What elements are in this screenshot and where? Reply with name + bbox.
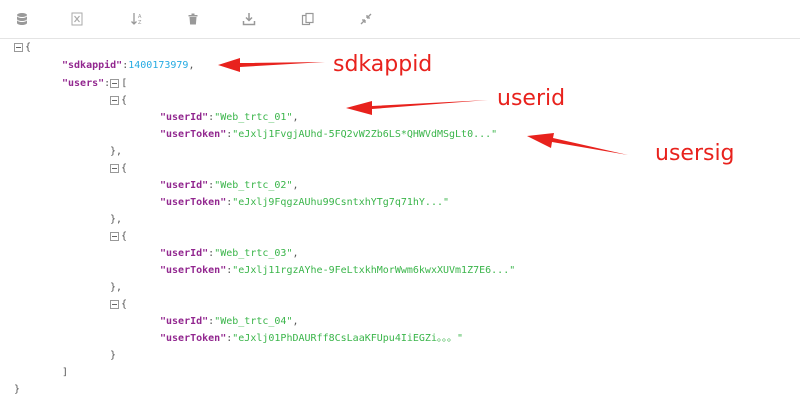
users-key: "users" <box>62 78 105 89</box>
user-object-open: { <box>110 92 127 109</box>
database-icon <box>17 13 27 25</box>
usertoken-value: "eJxlj01PhDAURff8CsLaaKFUpu4IiEGZi。。。" <box>232 333 463 344</box>
user-object-open: { <box>110 160 127 177</box>
usertoken-line: "userToken": "eJxlj11rgzAYhe-9FeLtxkhMorW… <box>160 262 515 279</box>
root-close: } <box>14 384 21 395</box>
user-object-close: } <box>110 350 117 361</box>
userid-line: "userId": "Web_trtc_03", <box>160 245 299 262</box>
collapse-toggle[interactable] <box>110 79 120 88</box>
download-button[interactable] <box>237 8 261 30</box>
delete-button[interactable] <box>181 8 205 30</box>
excel-icon <box>71 12 83 26</box>
sdkappid-line: "sdkappid":1400173979, <box>62 57 195 74</box>
usertoken-line: "userToken": "eJxlj1FvgjAUhd-5FQ2vW2Zb6LS… <box>160 126 497 143</box>
collapse-toggle[interactable] <box>14 43 23 52</box>
usertoken-line: "userToken": "eJxlj9FqgzAUhu99CsntxhYTg7q… <box>160 194 449 211</box>
json-viewer: { "sdkappid":1400173979, "users":[ { "us… <box>0 39 800 400</box>
sort-icon: AZ <box>131 13 142 26</box>
user-object-close: }, <box>110 214 123 225</box>
collapse-icon <box>360 13 372 25</box>
collapse-toggle[interactable] <box>110 164 119 173</box>
userid-value: "Web_trtc_03" <box>214 248 293 259</box>
userid-value: "Web_trtc_04" <box>214 316 293 327</box>
users-line: "users":[ <box>62 75 127 92</box>
root-line: { <box>14 39 31 56</box>
users-close: ] <box>62 367 69 378</box>
userid-value: "Web_trtc_02" <box>214 180 293 191</box>
copy-icon <box>301 12 314 26</box>
copy-button[interactable] <box>296 8 320 30</box>
sdkappid-key: "sdkappid" <box>62 60 123 71</box>
export-excel-button[interactable] <box>65 8 89 30</box>
collapse-button[interactable] <box>354 8 378 30</box>
user-object-open: { <box>110 296 127 313</box>
collapse-toggle[interactable] <box>110 96 119 105</box>
userid-value: "Web_trtc_01" <box>214 112 293 123</box>
collapse-toggle[interactable] <box>110 300 119 309</box>
download-icon <box>242 13 256 26</box>
sort-button[interactable]: AZ <box>125 8 149 30</box>
sdkappid-value: 1400173979 <box>128 60 189 71</box>
annotation-userid: userid <box>497 86 566 111</box>
usertoken-value: "eJxlj11rgzAYhe-9FeLtxkhMorWwm6kwxXUVm1Z… <box>232 265 516 276</box>
usertoken-line: "userToken": "eJxlj01PhDAURff8CsLaaKFUpu4… <box>160 330 463 347</box>
toolbar: AZ <box>0 0 800 39</box>
trash-icon <box>188 13 198 25</box>
usertoken-value: "eJxlj1FvgjAUhd-5FQ2vW2Zb6LS*QHWVdMSgLt0… <box>232 129 498 140</box>
svg-text:Z: Z <box>138 20 142 26</box>
userid-line: "userId": "Web_trtc_04", <box>160 313 299 330</box>
annotation-sdkappid: sdkappid <box>333 52 433 77</box>
collapse-toggle[interactable] <box>110 232 119 241</box>
user-object-close: }, <box>110 282 123 293</box>
usertoken-value: "eJxlj9FqgzAUhu99CsntxhYTg7q71hY..." <box>232 197 450 208</box>
userid-line: "userId": "Web_trtc_01", <box>160 109 299 126</box>
annotation-usersig: usersig <box>655 141 735 166</box>
user-object-close: }, <box>110 146 123 157</box>
database-button[interactable] <box>10 8 34 30</box>
userid-line: "userId": "Web_trtc_02", <box>160 177 299 194</box>
user-object-open: { <box>110 228 127 245</box>
